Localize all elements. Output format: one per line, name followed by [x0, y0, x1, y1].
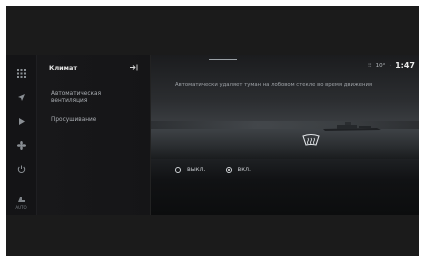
- apps-icon[interactable]: [13, 65, 29, 81]
- menu-item-label-line2: вентиляция: [51, 98, 88, 104]
- menu-item-auto-ventilation[interactable]: Автоматическая вентиляция: [51, 91, 101, 105]
- option-on-label: вкл.: [237, 166, 252, 173]
- menu-title: Климат: [49, 64, 78, 72]
- signal-icon: ⁝⁝: [368, 62, 372, 69]
- radio-on[interactable]: [225, 166, 232, 173]
- content-area: Автоматически удаляет туман на лобовом с…: [151, 55, 419, 215]
- menu-item-drying[interactable]: Просушивание: [51, 117, 96, 124]
- radio-off[interactable]: [175, 166, 181, 173]
- fan-icon[interactable]: [13, 137, 29, 153]
- background-water: [151, 129, 419, 159]
- display-frame: AUTO Климат Автоматическая вентиляция Пр…: [6, 6, 419, 256]
- exit-icon[interactable]: [129, 63, 138, 72]
- infotainment-screen: AUTO Климат Автоматическая вентиляция Пр…: [6, 55, 419, 215]
- climate-menu: Климат Автоматическая вентиляция Просуши…: [37, 55, 151, 215]
- tab-indicator: [209, 59, 237, 60]
- status-bar: ⁝⁝ 10° · 1:47: [368, 61, 415, 70]
- clock: 1:47: [395, 61, 415, 70]
- option-on[interactable]: вкл.: [225, 166, 252, 173]
- status-divider: ·: [389, 62, 392, 69]
- feature-description: Автоматически удаляет туман на лобовом с…: [175, 82, 373, 88]
- option-off[interactable]: выкл.: [175, 166, 206, 173]
- menu-item-label-line1: Просушивание: [51, 117, 97, 123]
- option-off-label: выкл.: [187, 166, 206, 173]
- menu-item-label-line1: Автоматическая: [51, 91, 102, 97]
- navigation-icon[interactable]: [13, 89, 29, 105]
- windshield-defrost-icon: [302, 133, 320, 146]
- defrost-toggle-group: выкл. вкл.: [175, 166, 251, 173]
- boat-image: [323, 122, 381, 131]
- left-rail: AUTO: [6, 55, 37, 215]
- media-icon[interactable]: [13, 113, 29, 129]
- rail-bottom-label: AUTO: [15, 205, 27, 210]
- temperature-readout: 10°: [375, 62, 386, 69]
- power-icon[interactable]: [13, 161, 29, 177]
